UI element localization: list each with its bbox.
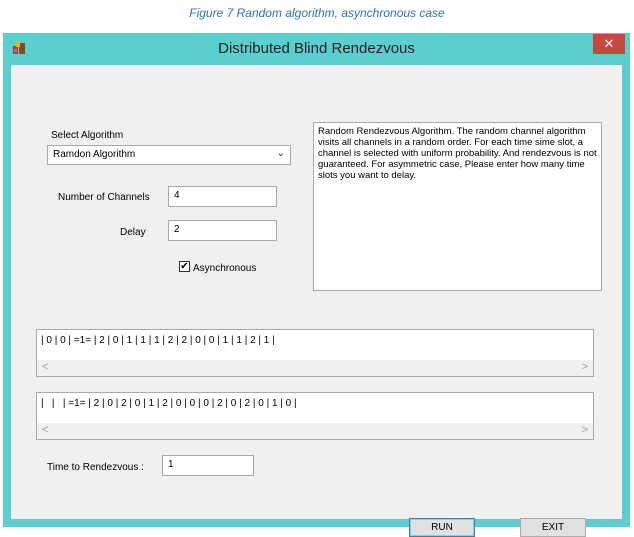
- scroll-right-icon[interactable]: >: [582, 424, 588, 436]
- channels-label: Number of Channels: [58, 192, 150, 203]
- figure-caption: Figure 7 Random algorithm, asynchronous …: [189, 6, 445, 20]
- chevron-down-icon: ⌄: [276, 148, 285, 159]
- algorithm-select-value: Ramdon Algorithm: [53, 149, 136, 160]
- select-algorithm-label: Select Algorithm: [51, 130, 124, 141]
- user2-sequence-text: | | | =1= | 2 | 0 | 2 | 0 | 1 | 2 | 0 | …: [41, 398, 297, 409]
- scroll-left-icon[interactable]: <: [42, 361, 48, 373]
- user1-horizontal-scrollbar[interactable]: < >: [37, 360, 593, 376]
- algorithm-select[interactable]: Ramdon Algorithm ⌄: [47, 145, 291, 165]
- app-window: Distributed Blind Rendezvous ✕ Select Al…: [3, 33, 630, 537]
- delay-label: Delay: [120, 227, 146, 238]
- title-bar[interactable]: Distributed Blind Rendezvous ✕: [3, 33, 630, 65]
- close-button[interactable]: ✕: [593, 34, 625, 54]
- scroll-right-icon[interactable]: >: [582, 361, 588, 373]
- client-area: Select Algorithm Ramdon Algorithm ⌄ Numb…: [11, 65, 622, 537]
- user2-horizontal-scrollbar[interactable]: < >: [37, 423, 593, 439]
- delay-input[interactable]: 2: [168, 220, 277, 241]
- run-button[interactable]: RUN: [409, 518, 475, 537]
- user2-sequence-box[interactable]: | | | =1= | 2 | 0 | 2 | 0 | 1 | 2 | 0 | …: [36, 392, 594, 440]
- asynchronous-checkbox[interactable]: ✔: [179, 261, 190, 272]
- asynchronous-label: Asynchronous: [193, 263, 257, 274]
- scroll-left-icon[interactable]: <: [42, 424, 48, 436]
- time-to-rendezvous-field[interactable]: 1: [162, 455, 254, 476]
- user1-sequence-box[interactable]: | 0 | 0 | =1= | 2 | 0 | 1 | 1 | 1 | 2 | …: [36, 329, 594, 377]
- algorithm-description: Random Rendezvous Algorithm. The random …: [313, 122, 602, 291]
- exit-button[interactable]: EXIT: [520, 518, 586, 537]
- channels-input[interactable]: 4: [168, 186, 277, 207]
- time-to-rendezvous-label: Time to Rendezvous :: [47, 462, 144, 473]
- user1-sequence-text: | 0 | 0 | =1= | 2 | 0 | 1 | 1 | 1 | 2 | …: [41, 335, 275, 346]
- window-title: Distributed Blind Rendezvous: [218, 40, 415, 57]
